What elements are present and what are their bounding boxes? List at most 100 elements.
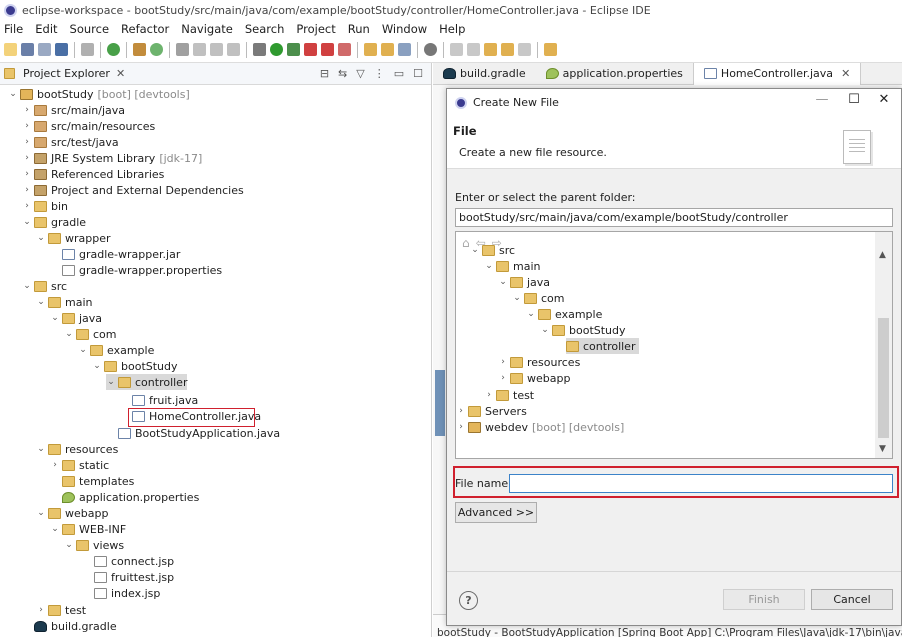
- dlg-tree-item-servers[interactable]: › Servers: [456, 403, 527, 419]
- new-icon[interactable]: [4, 43, 17, 56]
- next-annotation-icon[interactable]: [450, 43, 463, 56]
- view-menu-icon[interactable]: ⋮: [374, 67, 385, 80]
- servers-icon[interactable]: [338, 43, 351, 56]
- tree-item-resources[interactable]: ⌄ resources: [36, 441, 118, 457]
- tree-item-application-properties[interactable]: application.properties: [50, 489, 199, 505]
- dlg-tree-item-main[interactable]: ⌄ main: [484, 258, 540, 274]
- menu-window[interactable]: Window: [382, 22, 427, 36]
- project-explorer-tab[interactable]: Project Explorer ✕ ⊟ ⇆ ▽ ⋮ ▭ ☐: [0, 63, 431, 85]
- dlg-tree-item-webapp[interactable]: › webapp: [498, 370, 570, 386]
- menu-edit[interactable]: Edit: [35, 22, 57, 36]
- tree-item-webapp[interactable]: ⌄ webapp: [36, 505, 108, 521]
- tree-item-src[interactable]: ⌄ src: [22, 278, 67, 294]
- cancel-button[interactable]: Cancel: [811, 589, 893, 610]
- menu-source[interactable]: Source: [70, 22, 110, 36]
- dlg-tree-item-resources[interactable]: › resources: [498, 354, 580, 370]
- last-edit-icon[interactable]: [484, 43, 497, 56]
- stop-icon[interactable]: [321, 43, 334, 56]
- menu-help[interactable]: Help: [439, 22, 465, 36]
- menu-refactor[interactable]: Refactor: [121, 22, 169, 36]
- tree-item-referenced-libraries[interactable]: › Referenced Libraries: [22, 166, 164, 182]
- tree-item-wrapper[interactable]: ⌄ wrapper: [36, 230, 110, 246]
- maximize-button[interactable]: ☐: [839, 92, 869, 112]
- menu-run[interactable]: Run: [348, 22, 370, 36]
- tree-scrollbar[interactable]: ▲ ▼: [875, 232, 892, 458]
- pen-icon[interactable]: [193, 43, 206, 56]
- dlg-tree-item-com[interactable]: ⌄ com: [512, 290, 564, 306]
- terminal-icon[interactable]: [55, 43, 68, 56]
- advanced-button[interactable]: Advanced >>: [455, 502, 537, 523]
- run-icon[interactable]: [270, 43, 283, 56]
- tree-item-controller[interactable]: ⌄ controller: [106, 374, 188, 390]
- back-icon[interactable]: [501, 43, 514, 56]
- close-button[interactable]: ✕: [869, 92, 899, 112]
- tree-item-com[interactable]: ⌄ com: [64, 326, 116, 342]
- menu-navigate[interactable]: Navigate: [181, 22, 233, 36]
- tree-item-web-inf[interactable]: ⌄ WEB-INF: [50, 521, 126, 537]
- search-icon[interactable]: [176, 43, 189, 56]
- home-icon[interactable]: ⌂: [462, 236, 470, 250]
- tree-item-src-main-java[interactable]: › src/main/java: [22, 102, 125, 118]
- tree-item-fruittest-jsp[interactable]: fruittest.jsp: [94, 569, 174, 585]
- file-name-input[interactable]: [509, 474, 893, 493]
- tree-item-bootstudyapplication-java[interactable]: BootStudyApplication.java: [106, 425, 280, 441]
- tree-item-bin[interactable]: › bin: [22, 198, 68, 214]
- perspective-icon[interactable]: [544, 43, 557, 56]
- external-tools-icon[interactable]: [304, 43, 317, 56]
- tree-item-bootstudy[interactable]: ⌄ bootStudy [boot] [devtools]: [8, 86, 190, 102]
- tab-build-gradle[interactable]: build.gradle: [433, 63, 536, 85]
- tree-item-test[interactable]: › test: [36, 602, 86, 618]
- refresh-icon[interactable]: [150, 43, 163, 56]
- spring-boot-icon[interactable]: [107, 43, 120, 56]
- tree-item-src-main-resources[interactable]: › src/main/resources: [22, 118, 155, 134]
- tree-item-jre[interactable]: › JRE System Library [jdk-17]: [22, 150, 202, 166]
- tree-item-gradle-wrapper-properties[interactable]: gradle-wrapper.properties: [50, 262, 222, 278]
- close-icon[interactable]: ✕: [116, 67, 125, 80]
- collapse-all-icon[interactable]: ⊟: [320, 67, 329, 80]
- finish-button[interactable]: Finish: [723, 589, 805, 610]
- save-all-icon[interactable]: [38, 43, 51, 56]
- paragraph-icon[interactable]: [227, 43, 240, 56]
- filter-icon[interactable]: ▽: [356, 67, 364, 80]
- tree-item-main[interactable]: ⌄ main: [36, 294, 92, 310]
- menu-search[interactable]: Search: [245, 22, 285, 36]
- dlg-tree-item-java[interactable]: ⌄ java: [498, 274, 550, 290]
- tree-item-gradle[interactable]: ⌄ gradle: [22, 214, 86, 230]
- tree-item-static[interactable]: › static: [50, 457, 109, 473]
- tab-application-properties[interactable]: application.properties: [536, 63, 693, 85]
- dlg-tree-item-webdev[interactable]: › webdev [boot] [devtools]: [456, 419, 624, 435]
- link-editor-icon[interactable]: ⇆: [338, 67, 347, 80]
- tree-item-fruit-java[interactable]: fruit.java: [120, 392, 198, 408]
- dlg-tree-item-bootstudy[interactable]: ⌄ bootStudy: [540, 322, 625, 338]
- prev-annotation-icon[interactable]: [467, 43, 480, 56]
- outline-icon[interactable]: [210, 43, 223, 56]
- menu-project[interactable]: Project: [296, 22, 335, 36]
- tree-item-bootstudy-pkg[interactable]: ⌄ bootStudy: [92, 358, 177, 374]
- maximize-icon[interactable]: ☐: [413, 67, 423, 80]
- tree-item-java[interactable]: ⌄ java: [50, 310, 102, 326]
- tree-item-example[interactable]: ⌄ example: [78, 342, 154, 358]
- dlg-tree-item-src[interactable]: ⌄ src: [470, 242, 515, 258]
- parent-folder-input[interactable]: [455, 208, 893, 227]
- scroll-thumb[interactable]: [878, 318, 889, 438]
- tree-item-build-gradle[interactable]: build.gradle: [22, 618, 117, 634]
- skip-breakpoints-icon[interactable]: [81, 43, 94, 56]
- minimize-icon[interactable]: ▭: [394, 67, 404, 80]
- open-task-icon[interactable]: [381, 43, 394, 56]
- debug-icon[interactable]: [253, 43, 266, 56]
- tree-item-src-test-java[interactable]: › src/test/java: [22, 134, 118, 150]
- close-icon[interactable]: ✕: [841, 67, 850, 80]
- coverage-icon[interactable]: [287, 43, 300, 56]
- tree-item-connect-jsp[interactable]: connect.jsp: [94, 553, 174, 569]
- dlg-tree-item-test[interactable]: › test: [484, 387, 534, 403]
- tree-item-project-deps[interactable]: › Project and External Dependencies: [22, 182, 244, 198]
- pencil-icon[interactable]: [398, 43, 411, 56]
- tree-item-index-jsp[interactable]: index.jsp: [94, 585, 160, 601]
- tree-item-views[interactable]: ⌄ views: [64, 537, 124, 553]
- tab-homecontroller-java[interactable]: HomeController.java ✕: [692, 62, 862, 85]
- open-type-icon[interactable]: [364, 43, 377, 56]
- forward-icon[interactable]: [518, 43, 531, 56]
- globe-icon[interactable]: [424, 43, 437, 56]
- save-icon[interactable]: [21, 43, 34, 56]
- toggle-icon[interactable]: [133, 43, 146, 56]
